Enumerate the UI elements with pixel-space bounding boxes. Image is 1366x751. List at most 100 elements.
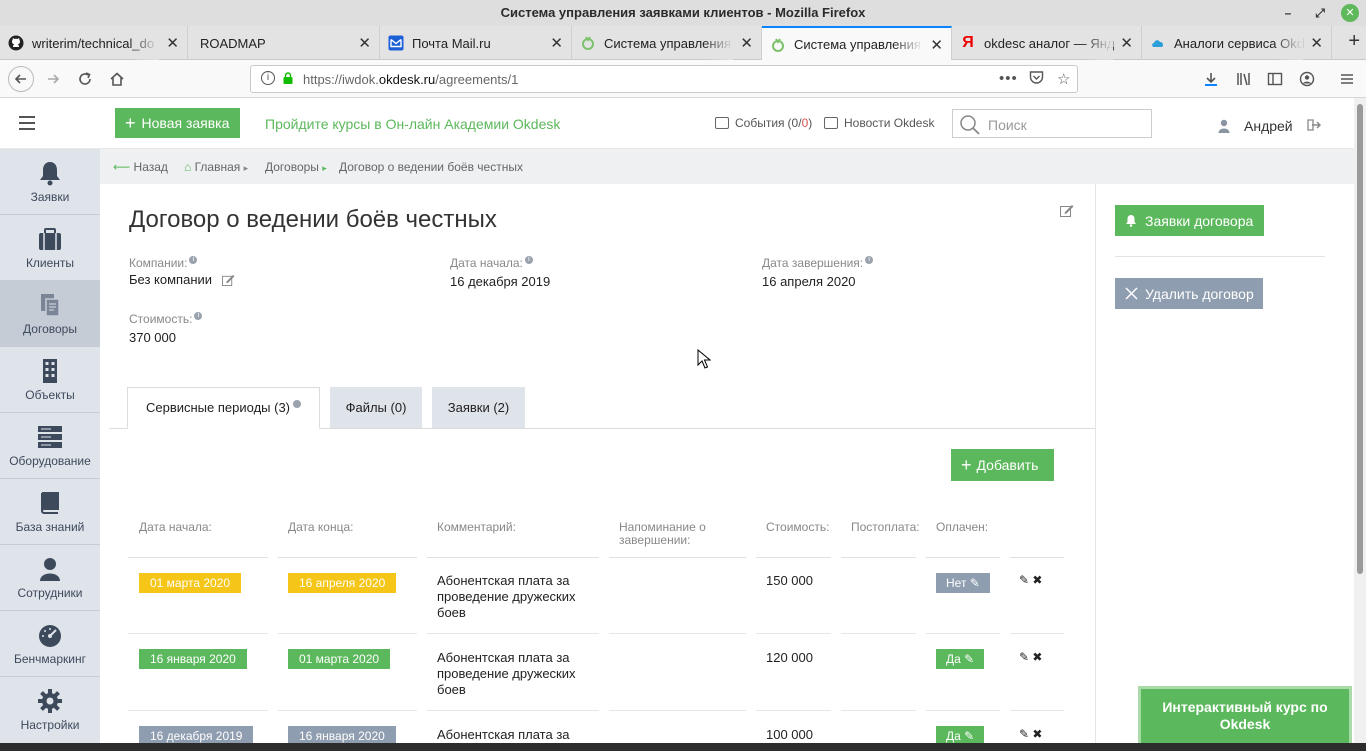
sidebar-item-staff[interactable]: Сотрудники [0, 545, 100, 611]
sidebar-toggle-icon [1267, 72, 1283, 86]
close-window-button[interactable]: ✕ [1341, 4, 1359, 22]
downloads-button[interactable] [1200, 68, 1222, 90]
edit-row-icon[interactable]: ✎ [1019, 573, 1029, 587]
sidebar-item-label: База знаний [15, 520, 85, 534]
tab-requests[interactable]: Заявки (2) [432, 387, 525, 428]
col-reminder: Напоминание о завершении: [619, 520, 706, 547]
col-comment: Комментарий: [437, 520, 516, 534]
browser-tab-analogs[interactable]: Аналоги сервиса Okd ✕ [1142, 26, 1332, 60]
paid-toggle[interactable]: Да ✎ [936, 649, 985, 669]
company-label: Компании: i [129, 256, 198, 270]
close-tab-icon[interactable]: ✕ [166, 34, 179, 52]
sidebar-item-benchmark[interactable]: Бенчмаркинг [0, 611, 100, 677]
info-icon: i [194, 312, 203, 320]
browser-tabbar: writerim/technical_do ✕ ROADMAP ✕ Почта … [0, 26, 1366, 61]
sidebar-item-clients[interactable]: Клиенты [0, 215, 100, 281]
close-tab-icon[interactable]: ✕ [1310, 34, 1323, 52]
back-button[interactable] [8, 66, 34, 92]
sidebar-button[interactable] [1264, 68, 1286, 90]
reload-icon [79, 72, 91, 85]
close-tab-icon[interactable]: ✕ [358, 34, 371, 52]
pocket-icon[interactable] [1029, 70, 1044, 89]
interactive-course-widget[interactable]: Интерактивный курс по Okdesk [1138, 686, 1352, 751]
minimize-button[interactable]: – [1278, 3, 1298, 23]
browser-tab-github[interactable]: writerim/technical_do ✕ [0, 26, 188, 60]
add-period-label: Добавить [976, 457, 1039, 473]
bell-icon [40, 162, 60, 186]
url-text[interactable]: https://iwdok.okdesk.ru/agreements/1 [303, 72, 518, 87]
sidebar-item-objects[interactable]: Объекты [0, 347, 100, 413]
user-name: Андрей [1244, 118, 1293, 134]
news-icon [824, 117, 838, 129]
okdesk-icon [770, 37, 786, 53]
reload-button[interactable] [74, 68, 96, 90]
search-input[interactable]: Поиск [952, 109, 1152, 138]
logout-icon[interactable] [1306, 118, 1321, 134]
close-tab-icon[interactable]: ✕ [1120, 34, 1133, 52]
menu-toggle-icon[interactable] [19, 116, 35, 134]
sidebar-item-knowledge[interactable]: База знаний [0, 479, 100, 545]
page-actions-icon[interactable]: ••• [999, 70, 1018, 87]
delete-contract-button[interactable]: Удалить договор [1115, 278, 1263, 309]
back-link[interactable]: ⟵ Назад [113, 160, 168, 174]
edit-row-icon[interactable]: ✎ [1019, 650, 1029, 664]
search-placeholder: Поиск [988, 117, 1027, 133]
close-tab-icon[interactable]: ✕ [930, 36, 943, 54]
events-link[interactable]: События (0/0) [715, 116, 812, 130]
contract-requests-button[interactable]: Заявки договора [1115, 205, 1264, 236]
browser-tab-mail[interactable]: Почта Mail.ru ✕ [380, 26, 572, 60]
new-tab-button[interactable]: + [1348, 30, 1360, 53]
start-date-badge: 01 марта 2020 [139, 573, 242, 593]
edit-title-icon[interactable] [1060, 204, 1074, 220]
cost-cell: 100 000 [766, 727, 813, 742]
browser-tab-okdesk-active[interactable]: Система управления ✕ [762, 26, 952, 61]
site-info-icon[interactable]: i [261, 71, 275, 85]
url-bar[interactable]: i https://iwdok.okdesk.ru/agreements/1 •… [250, 65, 1078, 93]
cost-cell: 150 000 [766, 573, 813, 588]
tab-files[interactable]: Файлы (0) [330, 387, 422, 428]
paid-toggle[interactable]: Нет ✎ [936, 573, 990, 593]
academy-link[interactable]: Пройдите курсы в Он-лайн Академии Okdesk [265, 116, 560, 132]
close-tab-icon[interactable]: ✕ [740, 34, 753, 52]
bookmark-star-icon[interactable]: ☆ [1057, 70, 1070, 88]
maximize-button[interactable]: ⤢ [1310, 3, 1330, 23]
library-button[interactable] [1233, 68, 1255, 90]
sidebar-item-settings[interactable]: Настройки [0, 677, 100, 743]
menu-button[interactable] [1336, 68, 1358, 90]
account-button[interactable] [1296, 68, 1318, 90]
close-tab-icon[interactable]: ✕ [550, 34, 563, 52]
tab-label: ROADMAP [200, 35, 266, 51]
home-button[interactable] [106, 68, 128, 90]
sidebar-item-label: Договоры [23, 322, 77, 336]
new-request-button[interactable]: + Новая заявка [115, 108, 240, 138]
tab-service-periods[interactable]: Сервисные периоды (3) [127, 387, 320, 428]
sidebar-item-requests[interactable]: Заявки [0, 149, 100, 215]
library-icon [1237, 73, 1250, 86]
edit-company-icon[interactable] [221, 274, 235, 289]
breadcrumb-contracts[interactable]: Договоры ▸ [265, 160, 327, 174]
browser-tab-okdesk-1[interactable]: Система управления ✕ [572, 26, 762, 60]
end-date-badge: 16 апреля 2020 [288, 573, 397, 593]
edit-row-icon[interactable]: ✎ [1019, 727, 1029, 741]
page-scrollbar[interactable] [1354, 98, 1366, 751]
browser-tab-roadmap[interactable]: ROADMAP ✕ [188, 26, 380, 60]
browser-tab-yandex[interactable]: Я okdesc аналог — Янд ✕ [952, 26, 1142, 60]
comment-cell: Абонентская плата за проведение дружеских… [437, 573, 576, 620]
delete-row-icon[interactable]: ✖ [1032, 650, 1042, 664]
browser-navbar: i https://iwdok.okdesk.ru/agreements/1 •… [0, 60, 1366, 98]
breadcrumb-home[interactable]: ⌂ Главная ▸ [184, 160, 248, 174]
col-cost: Стоимость: [766, 520, 830, 534]
sidebar-item-equipment[interactable]: Оборудование [0, 413, 100, 479]
delete-row-icon[interactable]: ✖ [1032, 727, 1042, 741]
lock-icon [283, 72, 293, 84]
start-date-value: 16 декабря 2019 [450, 274, 551, 289]
forward-button[interactable] [42, 68, 64, 90]
user-menu[interactable]: Андрей [1218, 118, 1321, 134]
sidebar-item-contracts[interactable]: Договоры [0, 281, 100, 347]
tab-label: Почта Mail.ru [412, 35, 491, 51]
add-period-button[interactable]: + Добавить [951, 449, 1054, 481]
scrollbar-thumb[interactable] [1357, 104, 1363, 574]
app-sidebar: Заявки Клиенты Договоры Объекты Оборудов… [0, 149, 100, 751]
delete-row-icon[interactable]: ✖ [1032, 573, 1042, 587]
news-link[interactable]: Новости Okdesk [824, 116, 934, 130]
